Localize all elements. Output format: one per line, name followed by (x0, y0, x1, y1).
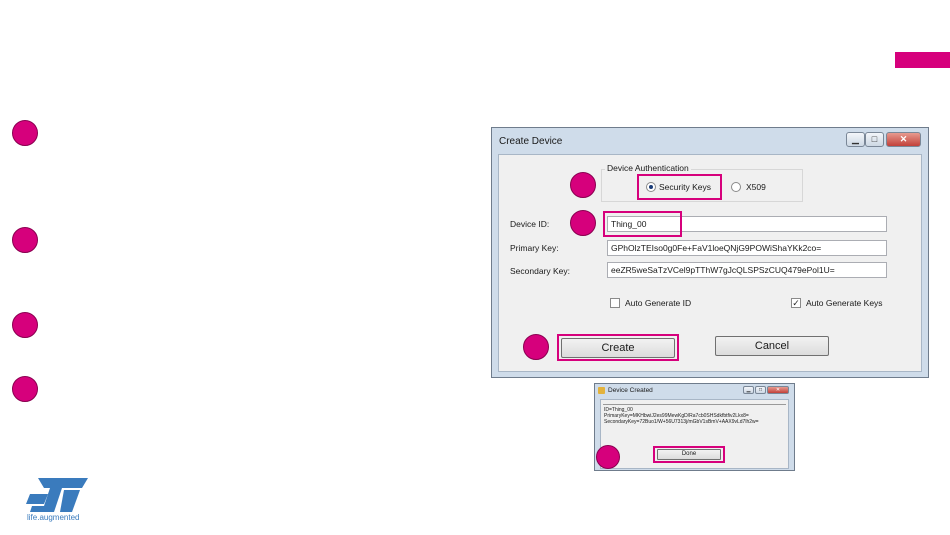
auth-group-label: Device Authentication (605, 163, 691, 173)
create-device-window: Create Device ▁ □ ✕ Device Authenticatio… (491, 127, 929, 378)
secondary-key-label: Secondary Key: (510, 266, 571, 276)
minimize-button[interactable]: ▁ (846, 132, 865, 147)
device-created-title: Device Created (608, 387, 653, 394)
step-marker-create (523, 334, 549, 360)
auto-generate-keys-checkbox[interactable]: ✓ (791, 298, 801, 308)
secondary-key-field[interactable]: eeZR5weSaTzVCel9pTThW7gJcQLSPSzCUQ479ePo… (607, 262, 887, 278)
auto-generate-id-checkbox[interactable] (610, 298, 620, 308)
step-marker-3 (12, 312, 38, 338)
step-marker-done (596, 445, 620, 469)
divider (603, 404, 786, 405)
window-title: Create Device (499, 136, 563, 147)
cancel-button[interactable]: Cancel (715, 336, 829, 356)
step-marker-1 (12, 120, 38, 146)
primary-key-label: Primary Key: (510, 243, 559, 253)
small-minimize-button[interactable]: ▁ (743, 386, 754, 394)
security-keys-label: Security Keys (659, 182, 711, 192)
step-marker-4 (12, 376, 38, 402)
security-keys-radio[interactable] (646, 182, 656, 192)
dialog-body: Device Authentication Security Keys X509… (498, 154, 922, 372)
x509-radio[interactable] (731, 182, 741, 192)
logo-tagline: life.augmented (27, 513, 80, 522)
created-secondary-line: SecondaryKey=72Buo1/W+56U7313j/mGbV1sBmV… (604, 419, 759, 425)
x509-label: X509 (746, 182, 766, 192)
small-close-button[interactable]: ✕ (767, 386, 789, 394)
close-button[interactable]: ✕ (886, 132, 921, 147)
step-marker-2 (12, 227, 38, 253)
auto-generate-id-label: Auto Generate ID (625, 298, 692, 308)
primary-key-field[interactable]: GPhOlzTEIso0g0Fe+FaV1loeQNjG9POWiShaYKk2… (607, 240, 887, 256)
device-id-label: Device ID: (510, 219, 550, 229)
highlight-device-id (603, 211, 682, 237)
device-created-body: ID=Thing_00 PrimaryKey=MKHbwiJ2es99MewKg… (600, 399, 789, 469)
radio-selected-dot (649, 185, 653, 189)
step-marker-auth (570, 172, 596, 198)
maximize-button[interactable]: □ (865, 132, 884, 147)
device-created-window: Device Created ▁ □ ✕ ID=Thing_00 Primary… (594, 383, 795, 471)
auto-generate-keys-label: Auto Generate Keys (806, 298, 883, 308)
app-icon (598, 387, 605, 394)
accent-bar (895, 52, 950, 68)
small-maximize-button[interactable]: □ (755, 386, 766, 394)
done-button[interactable]: Done (657, 449, 721, 460)
step-marker-device-id (570, 210, 596, 236)
create-button[interactable]: Create (561, 338, 675, 358)
